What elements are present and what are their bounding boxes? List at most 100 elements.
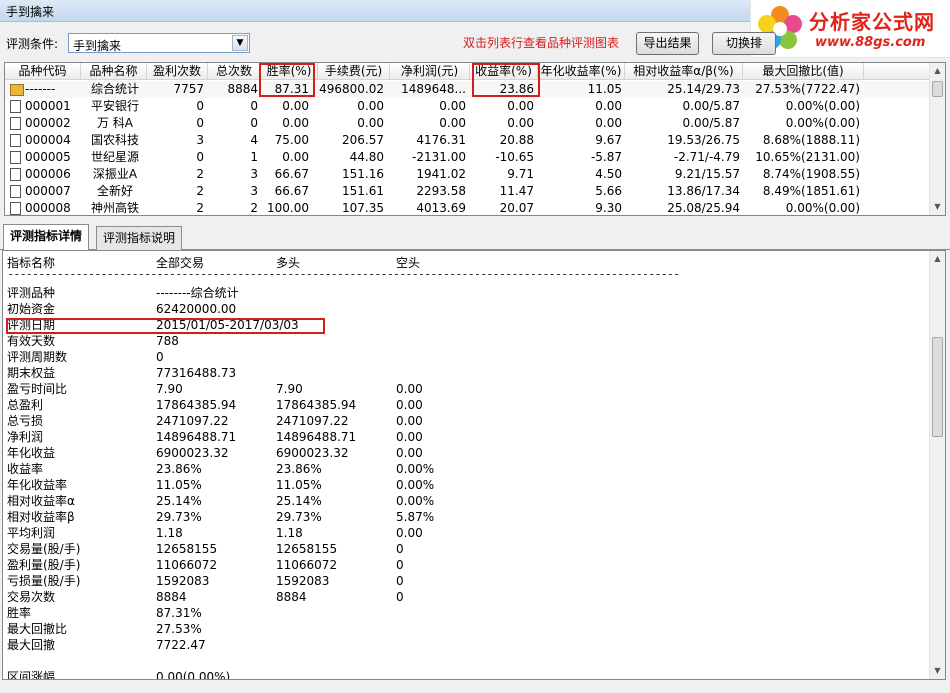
value-all: 7.90: [156, 382, 183, 396]
column-header[interactable]: 年化收益率(%): [538, 63, 625, 80]
detail-row: 相对收益率α 25.14% 25.14% 0.00%: [3, 493, 929, 509]
scroll-up-icon[interactable]: ▲: [930, 251, 945, 267]
value-short: 0: [396, 574, 404, 588]
scroll-thumb[interactable]: [932, 81, 943, 97]
chevron-down-icon[interactable]: ▼: [232, 35, 248, 51]
table-row[interactable]: 000008 神州高铁 2 2 100.00 107.35 4013.69 20.07 9.30…: [5, 200, 931, 215]
detail-row: 相对收益率β 29.73% 29.73% 5.87%: [3, 509, 929, 525]
value-all: 788: [156, 334, 179, 348]
value-long: 11066072: [276, 558, 338, 572]
value-all: 29.73%: [156, 510, 202, 524]
window-title: 手到擒来: [6, 5, 55, 19]
scroll-up-icon[interactable]: ▲: [930, 63, 945, 79]
cell-fee: 206.57: [342, 133, 384, 147]
value-short: 5.87%: [396, 510, 435, 524]
table-row[interactable]: 000004 国农科技 3 4 75.00 206.57 4176.31 20.88 9.67 1…: [5, 132, 931, 149]
cell-annual: 5.66: [595, 184, 622, 198]
column-header[interactable]: 手续费(元): [318, 63, 390, 80]
table-body: ------- 综合统计 7757 8884 87.31 496800.02 1489648…: [5, 81, 931, 215]
column-header[interactable]: 净利润(元): [390, 63, 470, 80]
cell-code: 000008: [25, 201, 71, 215]
scroll-thumb[interactable]: [932, 337, 943, 437]
table-vertical-scrollbar[interactable]: ▲ ▼: [929, 63, 945, 215]
cell-code: 000007: [25, 184, 71, 198]
value-long: 14896488.71: [276, 430, 357, 444]
value-short: 0.00: [396, 430, 423, 444]
cell-rel: 0.00/5.87: [682, 116, 740, 130]
cell-fee: 151.61: [342, 184, 384, 198]
detail-row: 胜率 87.31%: [3, 605, 929, 621]
cell-total: 1: [250, 150, 258, 164]
column-header[interactable]: 相对收益率α/β(%): [625, 63, 743, 80]
cell-annual: 0.00: [595, 116, 622, 130]
scroll-down-icon[interactable]: ▼: [930, 199, 945, 215]
table-row[interactable]: 000005 世纪星源 0 1 0.00 44.80 -2131.00 -10.65 -5.87…: [5, 149, 931, 166]
cell-fee: 151.16: [342, 167, 384, 181]
switch-sort-button[interactable]: 切换排: [712, 32, 776, 55]
cell-annual: -5.87: [590, 150, 622, 164]
cell-total: 2: [250, 201, 258, 215]
cell-rel: -2.71/-4.79: [673, 150, 740, 164]
metric-name: 净利润: [7, 430, 44, 444]
value-all: 23.86%: [156, 462, 202, 476]
cell-code: -------: [25, 82, 56, 96]
export-button[interactable]: 导出结果: [636, 32, 699, 55]
cell-annual: 11.05: [587, 82, 622, 96]
value-short: 0: [396, 558, 404, 572]
value-all: 7722.47: [156, 638, 206, 652]
value-all: 62420000.00: [156, 302, 237, 316]
cell-ret: -10.65: [495, 150, 534, 164]
column-header[interactable]: 品种代码: [5, 63, 81, 80]
value-long: 6900023.32: [276, 446, 349, 460]
detail-vertical-scrollbar[interactable]: ▲ ▼: [929, 251, 945, 679]
cell-win: 7757: [173, 82, 204, 96]
value-all: 87.31%: [156, 606, 202, 620]
tab-explanation[interactable]: 评测指标说明: [96, 226, 183, 250]
value-all: 11.05%: [156, 478, 202, 492]
cell-profit: 4176.31: [416, 133, 466, 147]
metric-name: 平均利润: [7, 526, 56, 540]
column-header[interactable]: 盈利次数: [147, 63, 208, 80]
cell-fee: 107.35: [342, 201, 384, 215]
document-icon: [10, 134, 21, 147]
cell-win: 2: [196, 184, 204, 198]
metric-name: 最大回撤: [7, 638, 56, 652]
cell-ret: 0.00: [507, 116, 534, 130]
table-row[interactable]: 000002 万 科A 0 0 0.00 0.00 0.00 0.00 0.00 0.00/5.8…: [5, 115, 931, 132]
cell-profit: 4013.69: [416, 201, 466, 215]
cell-fee: 0.00: [357, 116, 384, 130]
tab-detail[interactable]: 评测指标详情: [3, 224, 90, 251]
cell-rel: 9.21/15.57: [674, 167, 740, 181]
cell-win: 0: [196, 116, 204, 130]
value-all: 0.00(0.00%): [156, 670, 231, 680]
detail-row: 年化收益 6900023.32 6900023.32 0.00: [3, 445, 929, 461]
column-header[interactable]: 最大回撤比(值): [743, 63, 864, 80]
value-long: 1592083: [276, 574, 330, 588]
cell-rel: 19.53/26.75: [667, 133, 740, 147]
value-all: 6900023.32: [156, 446, 229, 460]
value-short: 0.00%: [396, 478, 435, 492]
metric-name: 相对收益率β: [7, 510, 75, 524]
document-icon: [10, 117, 21, 130]
table-row[interactable]: 000006 深振业A 2 3 66.67 151.16 1941.02 9.71 4.50 9.…: [5, 166, 931, 183]
table-row[interactable]: ------- 综合统计 7757 8884 87.31 496800.02 1489648…: [5, 81, 931, 98]
metric-name: 相对收益率α: [7, 494, 75, 508]
cell-total: 8884: [227, 82, 258, 96]
value-all: 8884: [156, 590, 187, 604]
cell-dd: 8.49%(1851.61): [762, 184, 860, 198]
scroll-down-icon[interactable]: ▼: [930, 663, 945, 679]
document-icon: [10, 185, 21, 198]
condition-select[interactable]: 手到擒来 ▼: [68, 33, 250, 53]
table-row[interactable]: 000007 全新好 2 3 66.67 151.61 2293.58 11.47 5.66 13…: [5, 183, 931, 200]
cell-win: 0: [196, 99, 204, 113]
cell-profit: 0.00: [439, 116, 466, 130]
table-row[interactable]: 000001 平安银行 0 0 0.00 0.00 0.00 0.00 0.00 0.00/5.8…: [5, 98, 931, 115]
cell-ret: 9.71: [507, 167, 534, 181]
column-header[interactable]: 总次数: [208, 63, 261, 80]
cell-code: 000005: [25, 150, 71, 164]
metric-name: 年化收益: [7, 446, 56, 460]
value-short: 0: [396, 542, 404, 556]
column-header[interactable]: 品种名称: [81, 63, 147, 80]
detail-row: 净利润 14896488.71 14896488.71 0.00: [3, 429, 929, 445]
detail-row: 交易次数 8884 8884 0: [3, 589, 929, 605]
